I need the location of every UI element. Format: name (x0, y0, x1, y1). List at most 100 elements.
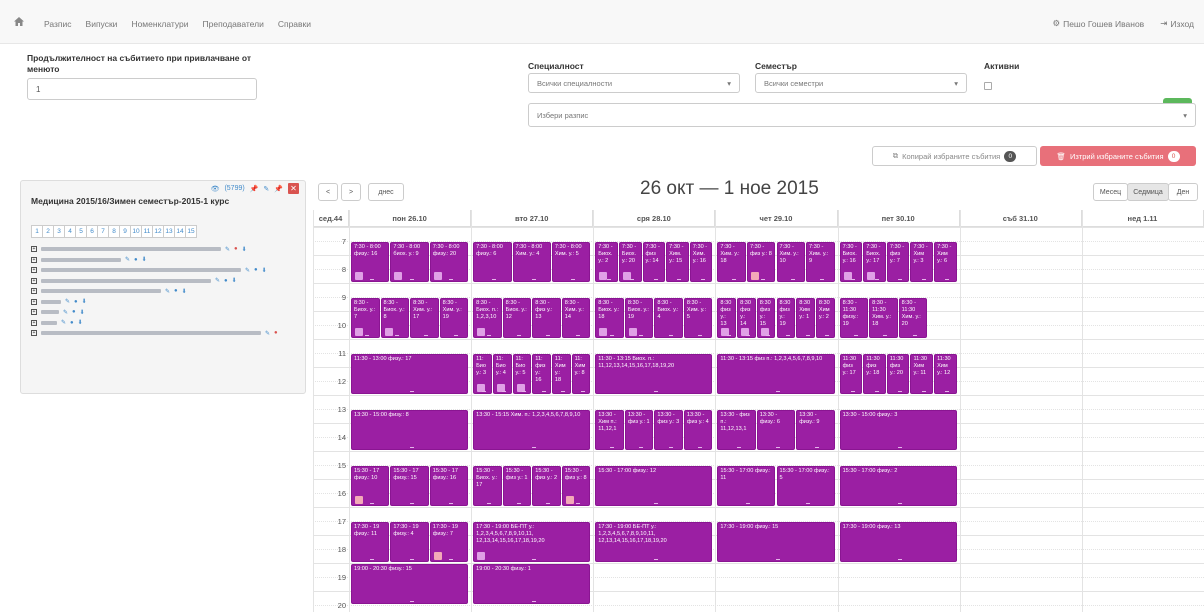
calendar-event[interactable]: 8:30 физ у.: 19 (776, 298, 796, 338)
calendar-event[interactable]: 15:30 - Биох. у.: 17 (473, 466, 502, 506)
calendar-event[interactable]: 17:30 - 19:00 БЕ-ПТ у.: 1,2,3,4,5,6,7,8,… (595, 522, 713, 562)
calendar-event[interactable]: 7:30 - Хим у.: 3 (910, 242, 934, 282)
expand-icon[interactable]: + (31, 267, 37, 274)
resize-handle[interactable] (874, 279, 879, 280)
calendar-event[interactable]: 13:30 - физу.: 9 (796, 410, 835, 450)
resize-handle[interactable] (521, 391, 526, 392)
pin-icon[interactable]: ⬇ (78, 319, 83, 326)
calendar-event[interactable]: 17:30 - 19 физу.: 11 (351, 522, 390, 562)
resize-handle[interactable] (761, 279, 766, 280)
view-month-button[interactable]: Месец (1093, 183, 1128, 201)
resize-handle[interactable] (898, 279, 903, 280)
resize-handle[interactable] (698, 447, 703, 448)
resize-handle[interactable] (546, 503, 551, 504)
calendar-event[interactable]: 11:30 - 13:00 физу.: 17 (351, 354, 469, 394)
calendar-event[interactable]: 7:30 - Хим у.: 6 (934, 242, 957, 282)
resize-handle[interactable] (370, 503, 375, 504)
subject-row[interactable]: + ✎ ● (31, 328, 301, 339)
calendar-event[interactable]: 15:30 - физ у.: 1 (502, 466, 532, 506)
calendar-event[interactable]: 15:30 - 17:00 физу.: 12 (595, 466, 713, 506)
resize-handle[interactable] (883, 335, 888, 336)
resize-handle[interactable] (502, 391, 507, 392)
resize-handle[interactable] (580, 391, 585, 392)
pin-icon[interactable]: 📌 (274, 185, 283, 193)
resize-handle[interactable] (653, 503, 658, 504)
alert-icon[interactable] (355, 496, 363, 504)
delete-selected-button[interactable]: 🗑 Изтрий избраните събития 0 (1040, 146, 1196, 166)
expand-icon[interactable]: + (31, 288, 37, 295)
calendar-event[interactable]: 7:30 - Биох. у.: 17 (863, 242, 886, 282)
resize-handle[interactable] (576, 335, 581, 336)
resize-handle[interactable] (785, 335, 790, 336)
next-button[interactable]: > (341, 183, 361, 201)
resize-handle[interactable] (874, 391, 879, 392)
calendar-event[interactable]: 8:30 - Хим. у.: 17 (410, 298, 439, 338)
calendar-event[interactable]: 11: Био у.: 3 (473, 354, 492, 394)
resize-handle[interactable] (736, 447, 741, 448)
resize-handle[interactable] (409, 601, 414, 602)
resize-handle[interactable] (850, 279, 855, 280)
calendar-event[interactable]: 11:30 физ у.: 17 (839, 354, 863, 394)
calendar-event[interactable]: 7:30 - Хим. у.: 15 (666, 242, 689, 282)
subject-row[interactable]: + ✎ ● ⬇ (31, 265, 301, 276)
resize-handle[interactable] (820, 279, 825, 280)
resize-handle[interactable] (606, 279, 611, 280)
resize-handle[interactable] (370, 279, 375, 280)
calendar-event[interactable]: 11:30 физ у.: 20 (886, 354, 910, 394)
calendar-event[interactable]: 13:30 - физ у.: 3 (654, 410, 683, 450)
calendar-event[interactable]: 7:30 - Хим. у.: 9 (806, 242, 835, 282)
resize-handle[interactable] (766, 335, 771, 336)
calendar-event[interactable]: 15:30 - физ у.: 8 (561, 466, 591, 506)
resize-handle[interactable] (912, 335, 917, 336)
subject-row[interactable]: + ✎ ● ⬇ (31, 286, 301, 297)
calendar-event[interactable]: 17:30 - 19:00 физу.: 15 (717, 522, 835, 562)
minus-red-icon[interactable]: ● (274, 330, 278, 336)
eye-icon[interactable]: ● (254, 267, 258, 273)
resize-handle[interactable] (850, 391, 855, 392)
resize-handle[interactable] (898, 559, 903, 560)
resize-handle[interactable] (609, 335, 614, 336)
subject-row[interactable]: + ✎ ● ⬇ (31, 255, 301, 266)
calendar-event[interactable]: 8:30 - Хим. у.: 19 (439, 298, 469, 338)
calendar-event[interactable]: 11: физ у.: 16 (532, 354, 551, 394)
pencil-icon[interactable]: ✎ (65, 298, 70, 305)
calendar-event[interactable]: 13:30 - 15:15 Хим. п.: 1,2,3,4,5,6,7,8,9… (473, 410, 591, 450)
calendar-event[interactable]: 8:30 физ у.: 13 (717, 298, 737, 338)
resize-handle[interactable] (898, 391, 903, 392)
calendar-event[interactable]: 8:30 физ у.: 15 (756, 298, 776, 338)
resize-handle[interactable] (531, 601, 536, 602)
home-icon[interactable] (14, 17, 24, 26)
magnifier-icon[interactable] (433, 272, 442, 280)
minus-red-icon[interactable]: ● (234, 246, 238, 252)
calendar-event[interactable]: 8:30 - 11:30 Хим. у.: 20 (898, 298, 928, 338)
pencil-icon[interactable]: ✎ (263, 185, 269, 193)
calendar-event[interactable]: 13:30 - физ у.: 4 (683, 410, 713, 450)
resize-handle[interactable] (668, 447, 673, 448)
calendar-event[interactable]: 11:30 - 13:15 Биох. п.: 11,12,13,14,15,1… (595, 354, 713, 394)
resize-handle[interactable] (945, 391, 950, 392)
calendar-event[interactable]: 15:30 - 17 физу.: 15 (390, 466, 429, 506)
pin-icon[interactable]: ⬇ (82, 298, 87, 305)
resize-handle[interactable] (370, 559, 375, 560)
close-icon[interactable]: ✕ (288, 183, 299, 194)
magnifier-icon[interactable] (599, 328, 608, 336)
calendar-event[interactable]: 8:30 - 11:30 физу.: 19 (839, 298, 869, 338)
nav-item-graduates[interactable]: Випуски (86, 19, 118, 29)
resize-handle[interactable] (815, 447, 820, 448)
resize-handle[interactable] (775, 559, 780, 560)
calendar-event[interactable]: 11: Хим у.: 8 (571, 354, 591, 394)
calendar-event[interactable]: 7:30 - Биох. у.: 2 (595, 242, 618, 282)
calendar-event[interactable]: 19:00 - 20:30 физу.: 1 (473, 564, 591, 604)
calendar-event[interactable]: 13:30 - Хим п.: 11,12,1 (595, 410, 624, 450)
calendar-event[interactable]: 8:30 - Хим. у.: 5 (683, 298, 713, 338)
calendar-event[interactable]: 8:30 - Биох. п.: 1,2,3,10 (473, 298, 502, 338)
calendar-event[interactable]: 8:30 - Биох. у.: 12 (502, 298, 532, 338)
calendar-event[interactable]: 13:30 - физу.: 6 (756, 410, 796, 450)
resize-handle[interactable] (726, 335, 731, 336)
pin-icon[interactable]: ⬇ (142, 256, 147, 263)
calendar-event[interactable]: 13:30 - 15:00 физу.: 3 (839, 410, 957, 450)
view-day-button[interactable]: Ден (1168, 183, 1198, 201)
pin-icon[interactable]: ⬇ (232, 277, 237, 284)
calendar-event[interactable]: 11:30 Хим у.: 11 (910, 354, 934, 394)
calendar-event[interactable]: 8:30 физ у.: 14 (737, 298, 756, 338)
